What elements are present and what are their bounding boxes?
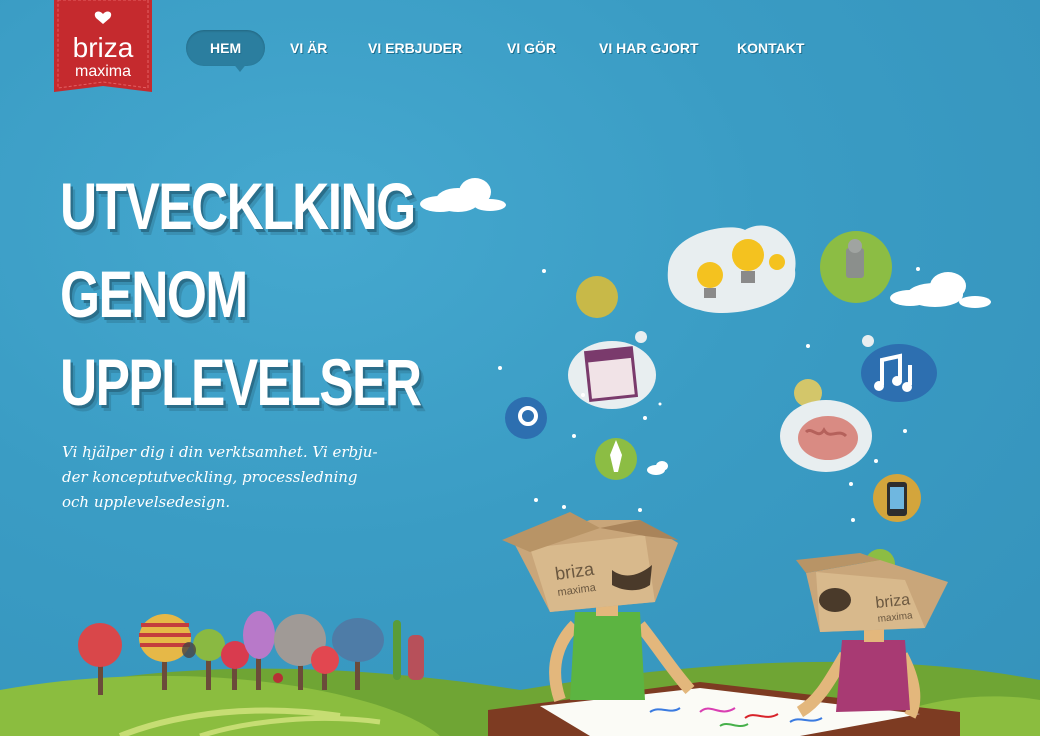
- brain-icon: [780, 400, 872, 472]
- cloud-icon: [890, 272, 991, 308]
- robot-icon: [820, 231, 892, 303]
- intro-line: der konceptutveckling, processledning: [62, 468, 358, 486]
- music-notes-icon: [861, 344, 937, 402]
- phone-icon: [873, 474, 921, 522]
- headline-line: UTVECKLKING: [60, 169, 416, 243]
- rocket-icon: [595, 438, 637, 480]
- calendar-icon: [568, 341, 656, 409]
- box-label-right: briza: [875, 591, 911, 612]
- headline-line: GENOM: [60, 257, 248, 331]
- hero-intro: Vi hjälper dig i din verktsamhet. Vi erb…: [62, 440, 392, 515]
- hero-headline: UTVECKLKING GENOM UPPLEVELSER: [60, 162, 422, 426]
- hero-stage: briza maxima HEM VI ÄR VI ERBJUDER VI GÖ…: [0, 0, 1040, 736]
- cloud-icon: [420, 178, 506, 212]
- headline-line: UPPLEVELSER: [60, 345, 422, 419]
- cloud-icon: [647, 461, 668, 475]
- intro-line: Vi hjälper dig i din verktsamhet. Vi erb…: [62, 443, 378, 461]
- intro-line: och upplevelsedesign.: [62, 493, 231, 511]
- gear-icon: [505, 397, 547, 439]
